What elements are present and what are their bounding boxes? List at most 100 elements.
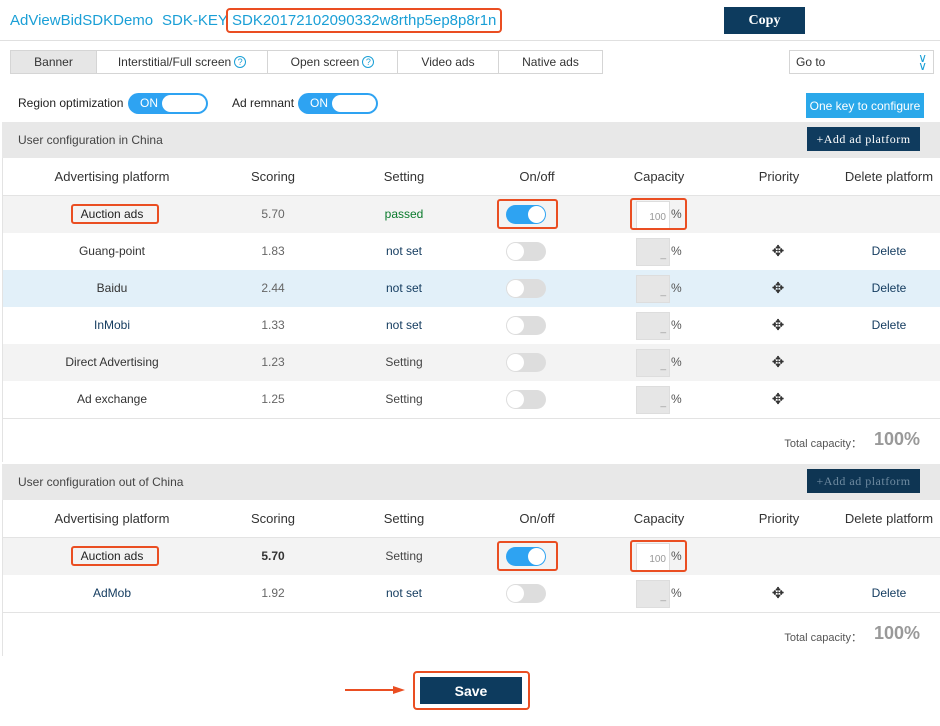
table-row: InMobi 1.33 not set _% ✥ Delete bbox=[3, 307, 940, 344]
total-capacity-label: Total capacity： bbox=[784, 438, 862, 450]
tab-label: Native ads bbox=[522, 55, 579, 69]
platform-name: Ad exchange bbox=[76, 392, 148, 406]
toggle-state: ON bbox=[310, 96, 328, 110]
abroad-platform-table: Advertising platform Scoring Setting On/off… bbox=[2, 500, 940, 656]
total-capacity-value: 100% bbox=[873, 429, 920, 449]
total-capacity-value: 100% bbox=[873, 623, 920, 643]
table-row: AdMob 1.92 not set _% ✥ Delete bbox=[3, 575, 940, 612]
on-off-switch[interactable] bbox=[506, 316, 546, 335]
goto-dropdown[interactable]: Go to ∨ ∨ bbox=[789, 50, 934, 74]
column-header: Priority bbox=[758, 511, 800, 526]
tab-label: Video ads bbox=[421, 55, 475, 69]
total-capacity-label: Total capacity： bbox=[784, 632, 862, 644]
tab-native-ads[interactable]: Native ads bbox=[498, 50, 603, 74]
column-header: Advertising platform bbox=[54, 169, 170, 184]
table-row: Ad exchange 1.25 Setting _% ✥ bbox=[3, 381, 940, 418]
tab-video-ads[interactable]: Video ads bbox=[397, 50, 499, 74]
on-off-switch[interactable] bbox=[506, 390, 546, 409]
tab-open-screen[interactable]: Open screen? bbox=[267, 50, 398, 74]
capacity-input[interactable]: _ bbox=[636, 386, 670, 414]
on-off-switch[interactable] bbox=[506, 279, 546, 298]
copy-button[interactable]: Copy bbox=[724, 7, 805, 34]
delete-link[interactable]: Delete bbox=[845, 281, 933, 295]
setting-link[interactable]: not set bbox=[358, 586, 450, 600]
column-header: Capacity bbox=[633, 511, 685, 526]
ad-remnant-toggle[interactable]: ON bbox=[298, 93, 378, 114]
platform-name: AdMob bbox=[92, 586, 132, 600]
section-title: User configuration in China bbox=[18, 133, 163, 147]
switch-highlight bbox=[497, 199, 558, 229]
setting-link[interactable]: not set bbox=[358, 244, 450, 258]
move-icon[interactable]: ✥ bbox=[768, 584, 788, 602]
column-header: Delete platform bbox=[844, 511, 934, 526]
sdk-key-value[interactable]: SDK20172102090332w8rthp5ep8p8r1n bbox=[226, 8, 503, 33]
column-header: Scoring bbox=[250, 511, 296, 526]
capacity-input[interactable]: _ bbox=[636, 312, 670, 340]
capacity-input[interactable]: _ bbox=[636, 349, 670, 377]
capacity-input[interactable]: _ bbox=[636, 275, 670, 303]
switch-knob bbox=[507, 391, 524, 408]
move-icon[interactable]: ✥ bbox=[768, 316, 788, 334]
tab-interstitial[interactable]: Interstitial/Full screen? bbox=[96, 50, 268, 74]
table-header: Advertising platform Scoring Setting On/off… bbox=[3, 500, 940, 538]
help-icon[interactable]: ? bbox=[362, 56, 375, 68]
setting-link[interactable]: Setting bbox=[358, 355, 450, 369]
on-off-switch[interactable] bbox=[506, 584, 546, 603]
setting-link[interactable]: not set bbox=[358, 281, 450, 295]
table-row: Baidu 2.44 not set _% ✥ Delete bbox=[3, 270, 940, 307]
toggle-knob bbox=[162, 95, 206, 112]
sdk-key-label: SDK-KEY bbox=[162, 12, 228, 29]
header-divider bbox=[0, 40, 940, 41]
delete-link[interactable]: Delete bbox=[845, 318, 933, 332]
percent-sign: % bbox=[671, 355, 682, 369]
save-button[interactable]: Save bbox=[420, 677, 522, 704]
column-header: Advertising platform bbox=[54, 511, 170, 526]
table-row: Direct Advertising 1.23 Setting _% ✥ bbox=[3, 344, 940, 381]
on-off-switch[interactable] bbox=[506, 242, 546, 261]
switch-knob bbox=[507, 585, 524, 602]
region-optimization-toggle[interactable]: ON bbox=[128, 93, 208, 114]
help-icon[interactable]: ? bbox=[234, 56, 247, 68]
percent-sign: % bbox=[671, 586, 682, 600]
add-ad-platform-button[interactable]: +Add ad platform bbox=[807, 469, 920, 493]
table-row: Auction ads 5.70 passed 100% bbox=[3, 196, 940, 233]
on-off-switch[interactable] bbox=[506, 353, 546, 372]
scoring-value: 5.70 bbox=[261, 207, 285, 221]
region-optimization-label: Region optimization bbox=[18, 96, 124, 110]
column-header: Scoring bbox=[250, 169, 296, 184]
setting-link[interactable]: Setting bbox=[358, 392, 450, 406]
scoring-value: 1.23 bbox=[261, 355, 285, 369]
china-platform-table: Advertising platform Scoring Setting On/off… bbox=[2, 158, 940, 462]
table-footer: Total capacity： 100% bbox=[3, 418, 940, 462]
table-row: Auction ads 5.70 Setting 100% bbox=[3, 538, 940, 575]
column-header: On/off bbox=[519, 169, 555, 184]
move-icon[interactable]: ✥ bbox=[768, 353, 788, 371]
app-title: AdViewBidSDKDemo bbox=[10, 12, 154, 29]
name-highlight bbox=[71, 204, 159, 224]
setting-link[interactable]: passed bbox=[358, 207, 450, 221]
tab-banner[interactable]: Banner bbox=[10, 50, 97, 74]
setting-link[interactable]: Setting bbox=[358, 549, 450, 563]
capacity-input[interactable]: _ bbox=[636, 580, 670, 608]
scoring-value: 1.33 bbox=[261, 318, 285, 332]
ad-remnant-label: Ad remnant bbox=[232, 96, 295, 110]
table-footer: Total capacity： 100% bbox=[3, 612, 940, 656]
one-key-configure-button[interactable]: One key to configure bbox=[806, 93, 924, 118]
table-row: Guang-point 1.83 not set _% ✥ Delete bbox=[3, 233, 940, 270]
toggle-knob bbox=[332, 95, 376, 112]
delete-link[interactable]: Delete bbox=[845, 586, 933, 600]
tab-label: Open screen bbox=[290, 55, 360, 69]
delete-link[interactable]: Delete bbox=[845, 244, 933, 258]
arrow-right-icon bbox=[345, 686, 405, 694]
switch-highlight bbox=[497, 541, 558, 571]
add-ad-platform-button[interactable]: +Add ad platform bbox=[807, 127, 920, 151]
setting-link[interactable]: not set bbox=[358, 318, 450, 332]
capacity-input[interactable]: _ bbox=[636, 238, 670, 266]
move-icon[interactable]: ✥ bbox=[768, 390, 788, 408]
percent-sign: % bbox=[671, 244, 682, 258]
move-icon[interactable]: ✥ bbox=[768, 279, 788, 297]
scoring-value: 5.70 bbox=[261, 549, 285, 563]
move-icon[interactable]: ✥ bbox=[768, 242, 788, 260]
platform-name: Baidu bbox=[96, 281, 128, 295]
platform-name: Guang-point bbox=[78, 244, 146, 258]
